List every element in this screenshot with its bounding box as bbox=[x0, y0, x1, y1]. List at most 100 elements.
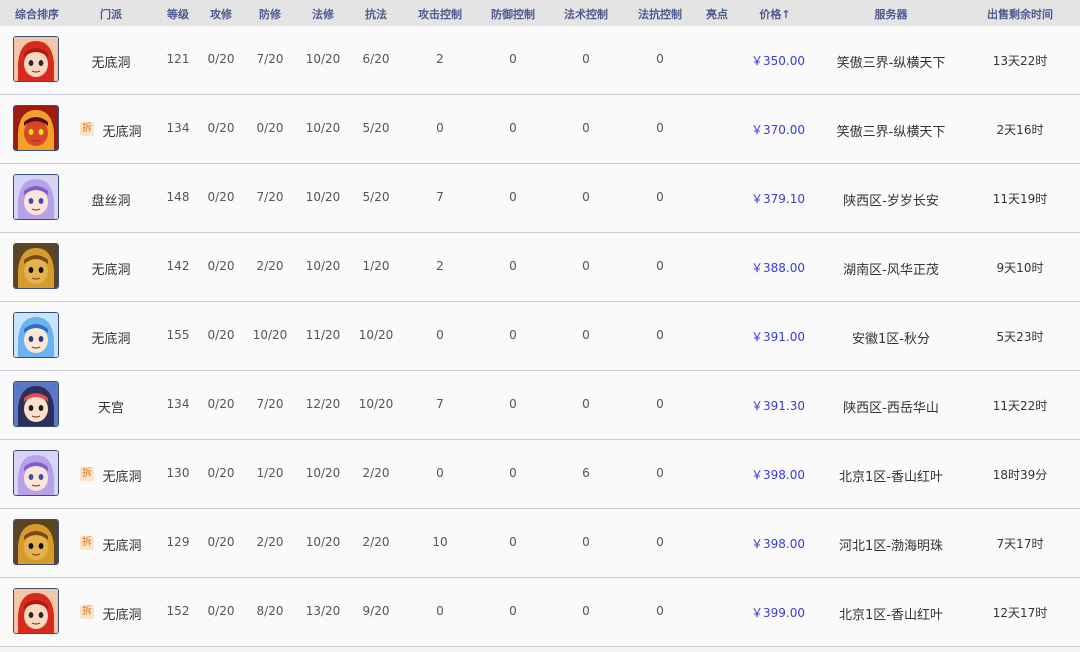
server-cell: 北京1区-香山红叶 bbox=[839, 470, 943, 485]
magic-cult-cell: 10/20 bbox=[305, 190, 341, 204]
resist-ctrl-cell: 0 bbox=[656, 259, 664, 273]
resist-cult-cell: 10/20 bbox=[358, 397, 394, 411]
menpai-cell: 无底洞 bbox=[102, 470, 142, 485]
magic-control-header[interactable]: 法术控制 bbox=[564, 6, 608, 22]
magic-ctrl-cell: 6 bbox=[582, 466, 590, 480]
magic-cult-cell: 10/20 bbox=[305, 52, 341, 66]
defense-cultivation-header[interactable]: 防修 bbox=[259, 6, 281, 22]
attack-cult-cell: 0/20 bbox=[207, 52, 235, 66]
price-cell: ￥398.00 bbox=[751, 468, 805, 482]
defense-control-header[interactable]: 防御控制 bbox=[491, 6, 535, 22]
server-cell: 北京1区-香山红叶 bbox=[839, 608, 943, 623]
split-tag-badge: 拆 bbox=[80, 536, 94, 550]
price-header-label: 价格 bbox=[759, 8, 782, 21]
server-cell: 笑傲三界-纵横天下 bbox=[836, 56, 946, 71]
level-header[interactable]: 等级 bbox=[167, 6, 189, 22]
menpai-cell: 天宫 bbox=[97, 401, 125, 416]
menpai-cell: 盘丝洞 bbox=[91, 194, 131, 209]
table-row[interactable]: 无底洞 121 0/20 7/20 10/20 6/20 2 0 0 0 ￥350.00 笑傲三界-纵… bbox=[0, 26, 1080, 95]
attack-cult-cell: 0/20 bbox=[207, 121, 235, 135]
sort-arrow-icon: ↑ bbox=[781, 8, 791, 21]
resist-ctrl-cell: 0 bbox=[656, 121, 664, 135]
server-cell: 湖南区-风华正茂 bbox=[843, 263, 939, 278]
tiger-character-avatar-icon[interactable] bbox=[13, 519, 59, 565]
red-hair-character-avatar-icon[interactable] bbox=[13, 36, 59, 82]
tiger-character-avatar-icon[interactable] bbox=[13, 243, 59, 289]
resist-ctrl-cell: 0 bbox=[656, 604, 664, 618]
defense-cult-cell: 2/20 bbox=[256, 259, 284, 273]
price-cell: ￥388.00 bbox=[751, 261, 805, 275]
attack-control-header[interactable]: 攻击控制 bbox=[418, 6, 462, 22]
defense-ctrl-cell: 0 bbox=[509, 535, 517, 549]
server-header: 服务器 bbox=[874, 8, 908, 21]
defense-cult-cell: 0/20 bbox=[256, 121, 284, 135]
demon-character-avatar-icon[interactable] bbox=[13, 105, 59, 151]
defense-ctrl-cell: 0 bbox=[509, 604, 517, 618]
resist-ctrl-cell: 0 bbox=[656, 52, 664, 66]
red-hair-character-avatar-icon[interactable] bbox=[13, 588, 59, 634]
time-left-header[interactable]: 出售剩余时间 bbox=[987, 6, 1053, 22]
attack-ctrl-cell: 0 bbox=[436, 328, 444, 342]
defense-cult-cell: 1/20 bbox=[256, 466, 284, 480]
table-row[interactable]: 无底洞 155 0/20 10/20 11/20 10/20 0 0 0 0 ￥391.00 安徽1区… bbox=[0, 302, 1080, 371]
level-cell: 142 bbox=[166, 259, 190, 273]
resist-control-header[interactable]: 法抗控制 bbox=[638, 6, 682, 22]
magic-ctrl-cell: 0 bbox=[582, 190, 590, 204]
blue-hair-character-avatar-icon[interactable] bbox=[13, 312, 59, 358]
table-row[interactable]: 拆无底洞 152 0/20 8/20 13/20 9/20 0 0 0 0 ￥399.00 北京1区-… bbox=[0, 578, 1080, 647]
menpai-cell: 无底洞 bbox=[102, 539, 142, 554]
resist-cultivation-header[interactable]: 抗法 bbox=[365, 6, 387, 22]
time-left-cell: 7天17时 bbox=[996, 537, 1044, 551]
split-tag-badge: 拆 bbox=[80, 605, 94, 619]
resist-cult-cell: 5/20 bbox=[362, 121, 390, 135]
attack-cult-cell: 0/20 bbox=[207, 190, 235, 204]
defense-cult-cell: 7/20 bbox=[256, 397, 284, 411]
attack-cult-cell: 0/20 bbox=[207, 259, 235, 273]
magic-cult-cell: 10/20 bbox=[305, 466, 341, 480]
menpai-cell: 无底洞 bbox=[91, 332, 131, 347]
table-header: 综合排序 门派 等级 攻修 防修 法修 抗法 攻击控制 防御控制 法术控制 法抗… bbox=[0, 0, 1080, 26]
defense-cult-cell: 2/20 bbox=[256, 535, 284, 549]
table-row[interactable]: 无底洞 142 0/20 2/20 10/20 1/20 2 0 0 0 ￥388.00 湖南区-风华… bbox=[0, 233, 1080, 302]
resist-ctrl-cell: 0 bbox=[656, 190, 664, 204]
level-cell: 121 bbox=[166, 52, 190, 66]
table-row[interactable]: 天宫 134 0/20 7/20 12/20 10/20 7 0 0 0 ￥391.30 陕西区-西岳… bbox=[0, 371, 1080, 440]
time-left-cell: 5天23时 bbox=[996, 330, 1044, 344]
magic-ctrl-cell: 0 bbox=[582, 328, 590, 342]
resist-cult-cell: 9/20 bbox=[362, 604, 390, 618]
time-left-cell: 9天10时 bbox=[996, 261, 1044, 275]
price-cell: ￥379.10 bbox=[751, 192, 805, 206]
purple-hair-character-avatar-icon[interactable] bbox=[13, 450, 59, 496]
server-cell: 河北1区-渤海明珠 bbox=[839, 539, 943, 554]
level-cell: 134 bbox=[166, 121, 190, 135]
time-left-cell: 11天22时 bbox=[992, 399, 1048, 413]
dark-hair-character-avatar-icon[interactable] bbox=[13, 381, 59, 427]
magic-cultivation-header[interactable]: 法修 bbox=[312, 6, 334, 22]
level-cell: 130 bbox=[166, 466, 190, 480]
attack-ctrl-cell: 2 bbox=[436, 259, 444, 273]
server-cell: 陕西区-西岳华山 bbox=[843, 401, 939, 416]
magic-ctrl-cell: 0 bbox=[582, 397, 590, 411]
defense-cult-cell: 10/20 bbox=[252, 328, 288, 342]
defense-ctrl-cell: 0 bbox=[509, 259, 517, 273]
defense-ctrl-cell: 0 bbox=[509, 397, 517, 411]
split-tag-badge: 拆 bbox=[80, 122, 94, 136]
attack-cult-cell: 0/20 bbox=[207, 604, 235, 618]
listing-table-body: 无底洞 121 0/20 7/20 10/20 6/20 2 0 0 0 ￥350.00 笑傲三界-纵… bbox=[0, 26, 1080, 647]
table-row[interactable]: 拆无底洞 134 0/20 0/20 10/20 5/20 0 0 0 0 ￥370.00 笑傲三界-… bbox=[0, 95, 1080, 164]
purple-hair-character-avatar-icon[interactable] bbox=[13, 174, 59, 220]
attack-cultivation-header[interactable]: 攻修 bbox=[210, 6, 232, 22]
price-header[interactable]: 价格↑ bbox=[759, 6, 790, 22]
defense-ctrl-cell: 0 bbox=[509, 190, 517, 204]
menpai-cell: 无底洞 bbox=[102, 608, 142, 623]
sort-by-overall-header[interactable]: 综合排序 bbox=[15, 6, 59, 22]
server-cell: 笑傲三界-纵横天下 bbox=[836, 125, 946, 140]
resist-ctrl-cell: 0 bbox=[656, 397, 664, 411]
table-row[interactable]: 拆无底洞 129 0/20 2/20 10/20 2/20 10 0 0 0 ￥398.00 河北1区… bbox=[0, 509, 1080, 578]
menpai-header: 门派 bbox=[100, 8, 122, 21]
attack-cult-cell: 0/20 bbox=[207, 466, 235, 480]
table-row[interactable]: 盘丝洞 148 0/20 7/20 10/20 5/20 7 0 0 0 ￥379.10 陕西区-岁岁… bbox=[0, 164, 1080, 233]
table-row[interactable]: 拆无底洞 130 0/20 1/20 10/20 2/20 0 0 6 0 ￥398.00 北京1区-… bbox=[0, 440, 1080, 509]
time-left-cell: 11天19时 bbox=[992, 192, 1048, 206]
attack-ctrl-cell: 2 bbox=[436, 52, 444, 66]
